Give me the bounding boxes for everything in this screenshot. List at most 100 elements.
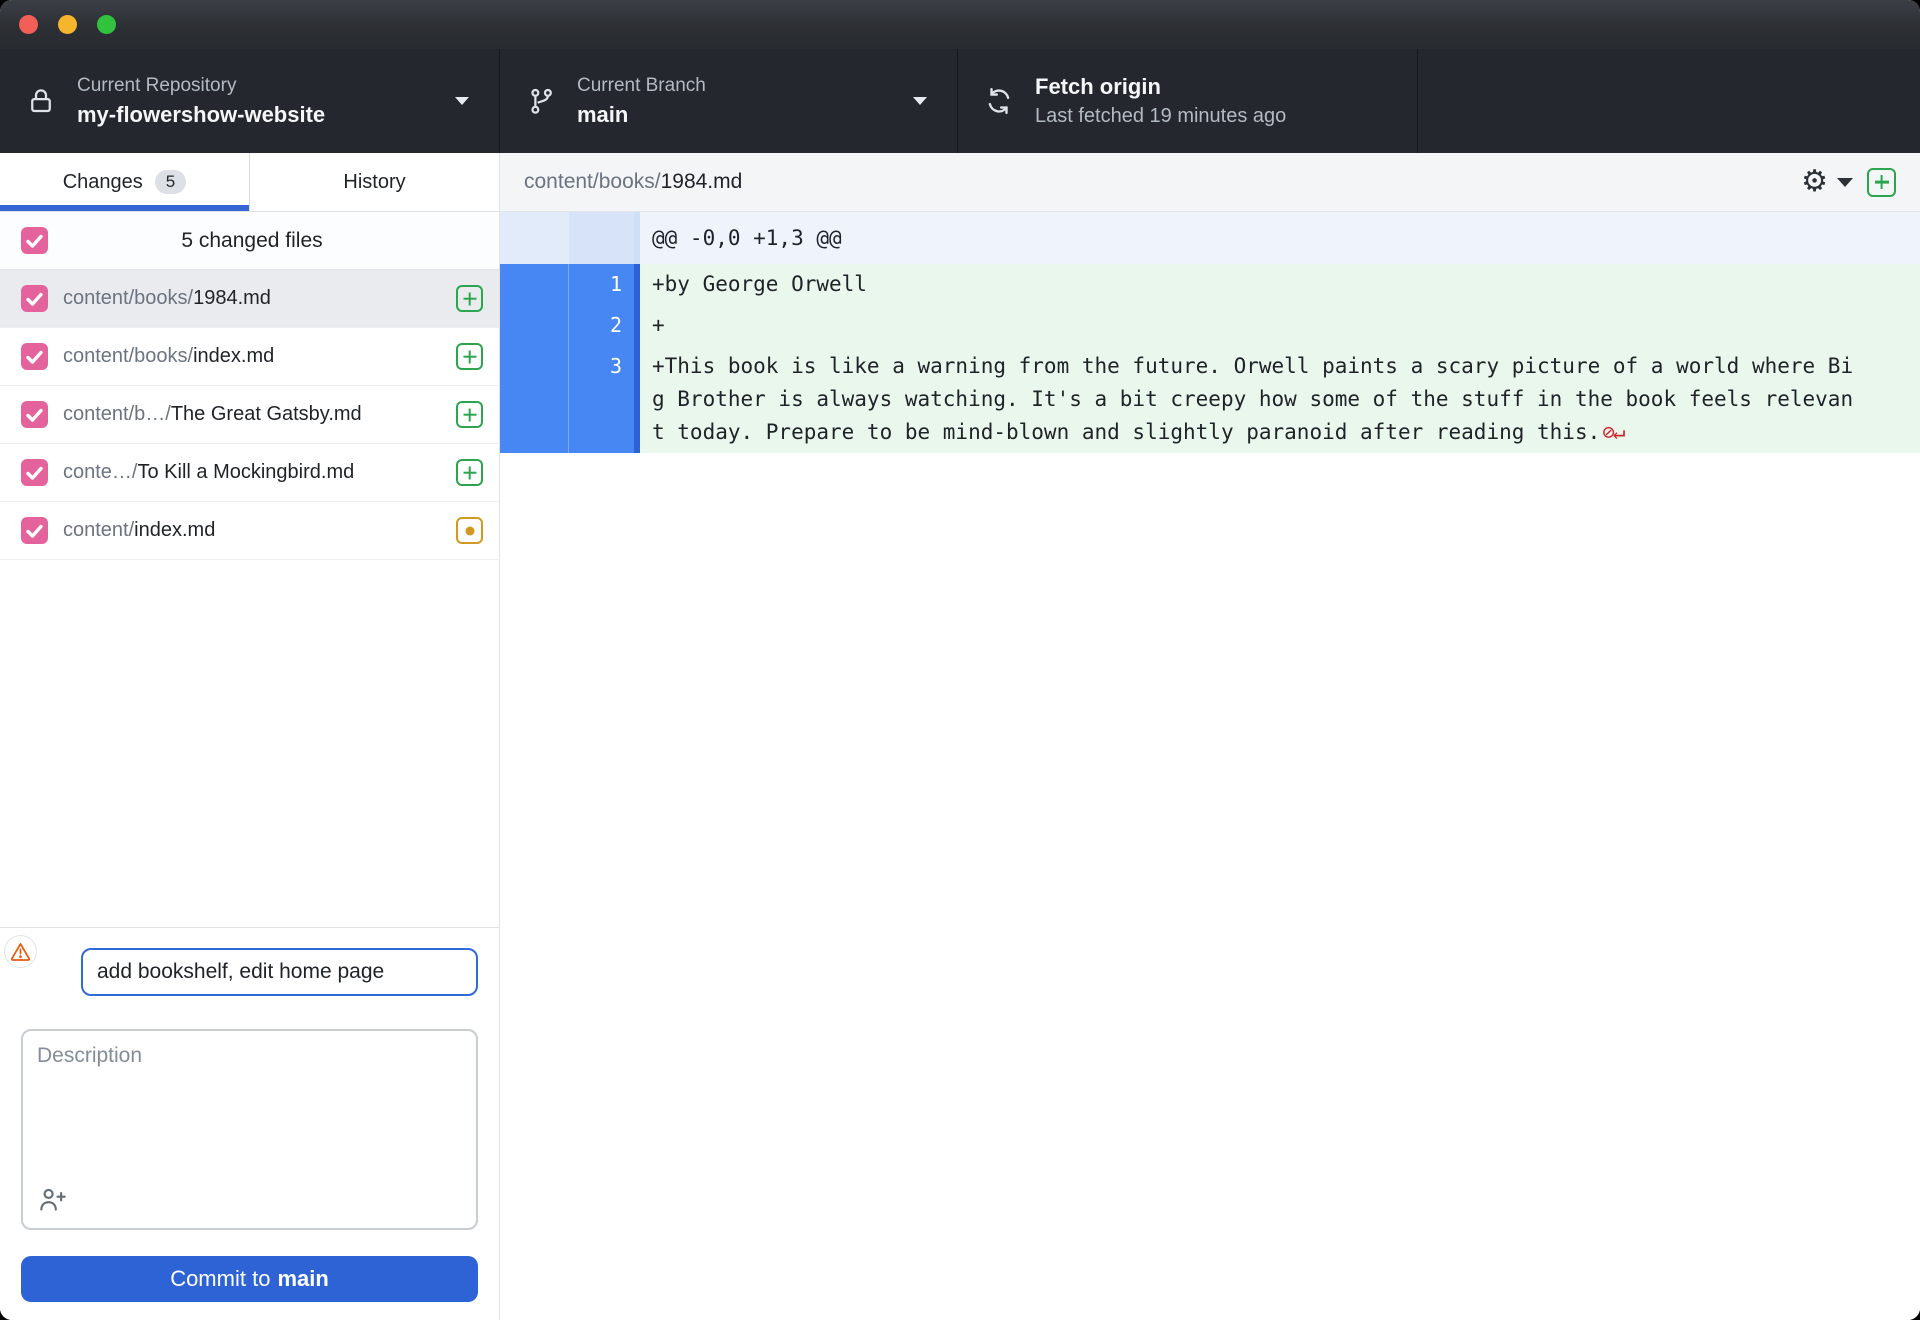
added-status-icon bbox=[456, 401, 483, 428]
diff-gutter-old[interactable] bbox=[500, 305, 569, 346]
file-row[interactable]: content/index.md bbox=[0, 502, 499, 560]
hunk-gutter-old[interactable] bbox=[500, 212, 569, 264]
diff-lines: 1 +by George Orwell 2 + 3 +This book is … bbox=[500, 264, 1920, 453]
diff-line-row: 2 + bbox=[500, 305, 1920, 346]
minimize-button[interactable] bbox=[58, 15, 77, 34]
file-checkbox[interactable] bbox=[21, 343, 48, 370]
file-checkbox[interactable] bbox=[21, 285, 48, 312]
file-dir: content/b…/ bbox=[63, 403, 171, 425]
fetch-origin-button[interactable]: Fetch origin Last fetched 19 minutes ago bbox=[958, 49, 1418, 153]
diff-pane: content/books/1984.md ⚙ @@ -0,0 +1,3 @@ bbox=[500, 153, 1920, 1320]
git-branch-icon bbox=[526, 84, 560, 118]
branch-selector[interactable]: Current Branch main bbox=[500, 49, 958, 153]
tab-changes[interactable]: Changes 5 bbox=[0, 153, 249, 211]
tab-changes-label: Changes bbox=[62, 170, 143, 193]
diff-file-name: 1984.md bbox=[660, 170, 743, 193]
chevron-down-icon bbox=[455, 97, 469, 105]
fetch-title: Fetch origin bbox=[1035, 74, 1161, 99]
added-status-icon bbox=[456, 459, 483, 486]
diff-file-dir: content/books/ bbox=[524, 170, 661, 193]
file-checkbox[interactable] bbox=[21, 401, 48, 428]
app-window: Current Repository my-flowershow-website… bbox=[0, 0, 1920, 1320]
diff-line-number[interactable]: 1 bbox=[569, 264, 634, 305]
diff-line-number[interactable]: 2 bbox=[569, 305, 634, 346]
diff-line-text: +This book is like a warning from the fu… bbox=[640, 346, 1920, 453]
file-row[interactable]: conte…/To Kill a Mockingbird.md bbox=[0, 444, 499, 502]
tab-history-label: History bbox=[343, 170, 406, 193]
file-dir: conte…/ bbox=[63, 461, 138, 483]
diff-options-button[interactable]: ⚙ bbox=[1801, 167, 1853, 197]
file-row[interactable]: content/books/index.md bbox=[0, 328, 499, 386]
main-area: Changes 5 History 5 changed files conten… bbox=[0, 153, 1920, 1320]
commit-description-box bbox=[21, 1029, 478, 1230]
file-name: index.md bbox=[134, 519, 216, 541]
branch-name: main bbox=[577, 101, 629, 127]
diff-body: @@ -0,0 +1,3 @@ 1 +by George Orwell 2 + … bbox=[500, 212, 1920, 1320]
commit-button-branch: main bbox=[277, 1266, 329, 1291]
sync-icon bbox=[984, 84, 1018, 118]
diff-line-number[interactable]: 3 bbox=[569, 346, 634, 453]
add-coauthor-button[interactable] bbox=[38, 1186, 67, 1216]
close-button[interactable] bbox=[19, 15, 38, 34]
toolbar-filler bbox=[1418, 49, 1920, 153]
diff-gutter-old[interactable] bbox=[500, 264, 569, 305]
added-status-icon bbox=[1867, 167, 1896, 197]
file-list: content/books/1984.md content/books/inde… bbox=[0, 270, 499, 560]
hunk-gutter-new[interactable] bbox=[569, 212, 634, 264]
repository-label: Current Repository bbox=[77, 74, 237, 96]
sidebar: Changes 5 History 5 changed files conten… bbox=[0, 153, 500, 1320]
file-dir: content/books/ bbox=[63, 287, 194, 309]
file-path: content/books/index.md bbox=[63, 345, 274, 368]
branch-label: Current Branch bbox=[577, 74, 706, 96]
file-name: 1984.md bbox=[193, 287, 271, 309]
avatar-wrap bbox=[5, 936, 81, 996]
tab-history[interactable]: History bbox=[249, 153, 499, 211]
file-row[interactable]: content/books/1984.md bbox=[0, 270, 499, 328]
commit-button-prefix: Commit to bbox=[170, 1266, 271, 1291]
gear-icon: ⚙ bbox=[1801, 165, 1828, 198]
chevron-down-icon bbox=[913, 97, 927, 105]
commit-summary-row bbox=[5, 936, 478, 996]
toolbar: Current Repository my-flowershow-website… bbox=[0, 49, 1920, 153]
file-name: The Great Gatsby.md bbox=[170, 403, 362, 425]
file-path: content/b…/The Great Gatsby.md bbox=[63, 403, 362, 426]
repository-selector[interactable]: Current Repository my-flowershow-website bbox=[0, 49, 500, 153]
changed-files-header: 5 changed files bbox=[0, 212, 499, 270]
file-checkbox[interactable] bbox=[21, 459, 48, 486]
changed-files-label: 5 changed files bbox=[181, 228, 323, 252]
diff-file-header: content/books/1984.md ⚙ bbox=[500, 153, 1920, 212]
diff-line-text: +by George Orwell bbox=[640, 264, 1920, 305]
file-path: content/books/1984.md bbox=[63, 287, 271, 310]
diff-gutter-old[interactable] bbox=[500, 346, 569, 453]
zoom-button[interactable] bbox=[97, 15, 116, 34]
file-row[interactable]: content/b…/The Great Gatsby.md bbox=[0, 386, 499, 444]
chevron-down-icon bbox=[1837, 177, 1853, 187]
file-dir: content/books/ bbox=[63, 345, 194, 367]
file-path: content/index.md bbox=[63, 519, 215, 542]
file-dir: content/ bbox=[63, 519, 135, 541]
commit-description-input[interactable] bbox=[23, 1031, 476, 1191]
repository-name: my-flowershow-website bbox=[77, 101, 326, 127]
file-path: conte…/To Kill a Mockingbird.md bbox=[63, 461, 354, 484]
sidebar-tabs: Changes 5 History bbox=[0, 153, 499, 212]
file-name: index.md bbox=[193, 345, 275, 367]
lock-icon bbox=[26, 84, 60, 118]
diff-line-row: 1 +by George Orwell bbox=[500, 264, 1920, 305]
diff-line-text: + bbox=[640, 305, 1920, 346]
commit-summary-input[interactable] bbox=[81, 948, 478, 996]
no-newline-icon: ⊘↵ bbox=[1602, 420, 1625, 444]
file-name: To Kill a Mockingbird.md bbox=[137, 461, 355, 483]
window-controls bbox=[19, 15, 116, 34]
hunk-header-row[interactable]: @@ -0,0 +1,3 @@ bbox=[500, 212, 1920, 264]
commit-form: Commit to main bbox=[0, 927, 499, 1320]
file-checkbox[interactable] bbox=[21, 517, 48, 544]
changes-count-badge: 5 bbox=[154, 170, 187, 194]
added-status-icon bbox=[456, 343, 483, 370]
commit-button[interactable]: Commit to main bbox=[21, 1256, 478, 1302]
added-status-icon bbox=[456, 285, 483, 312]
diff-line-row: 3 +This book is like a warning from the … bbox=[500, 346, 1920, 453]
warning-icon[interactable] bbox=[5, 936, 36, 967]
titlebar bbox=[0, 0, 1920, 49]
fetch-subtitle: Last fetched 19 minutes ago bbox=[1035, 105, 1287, 127]
